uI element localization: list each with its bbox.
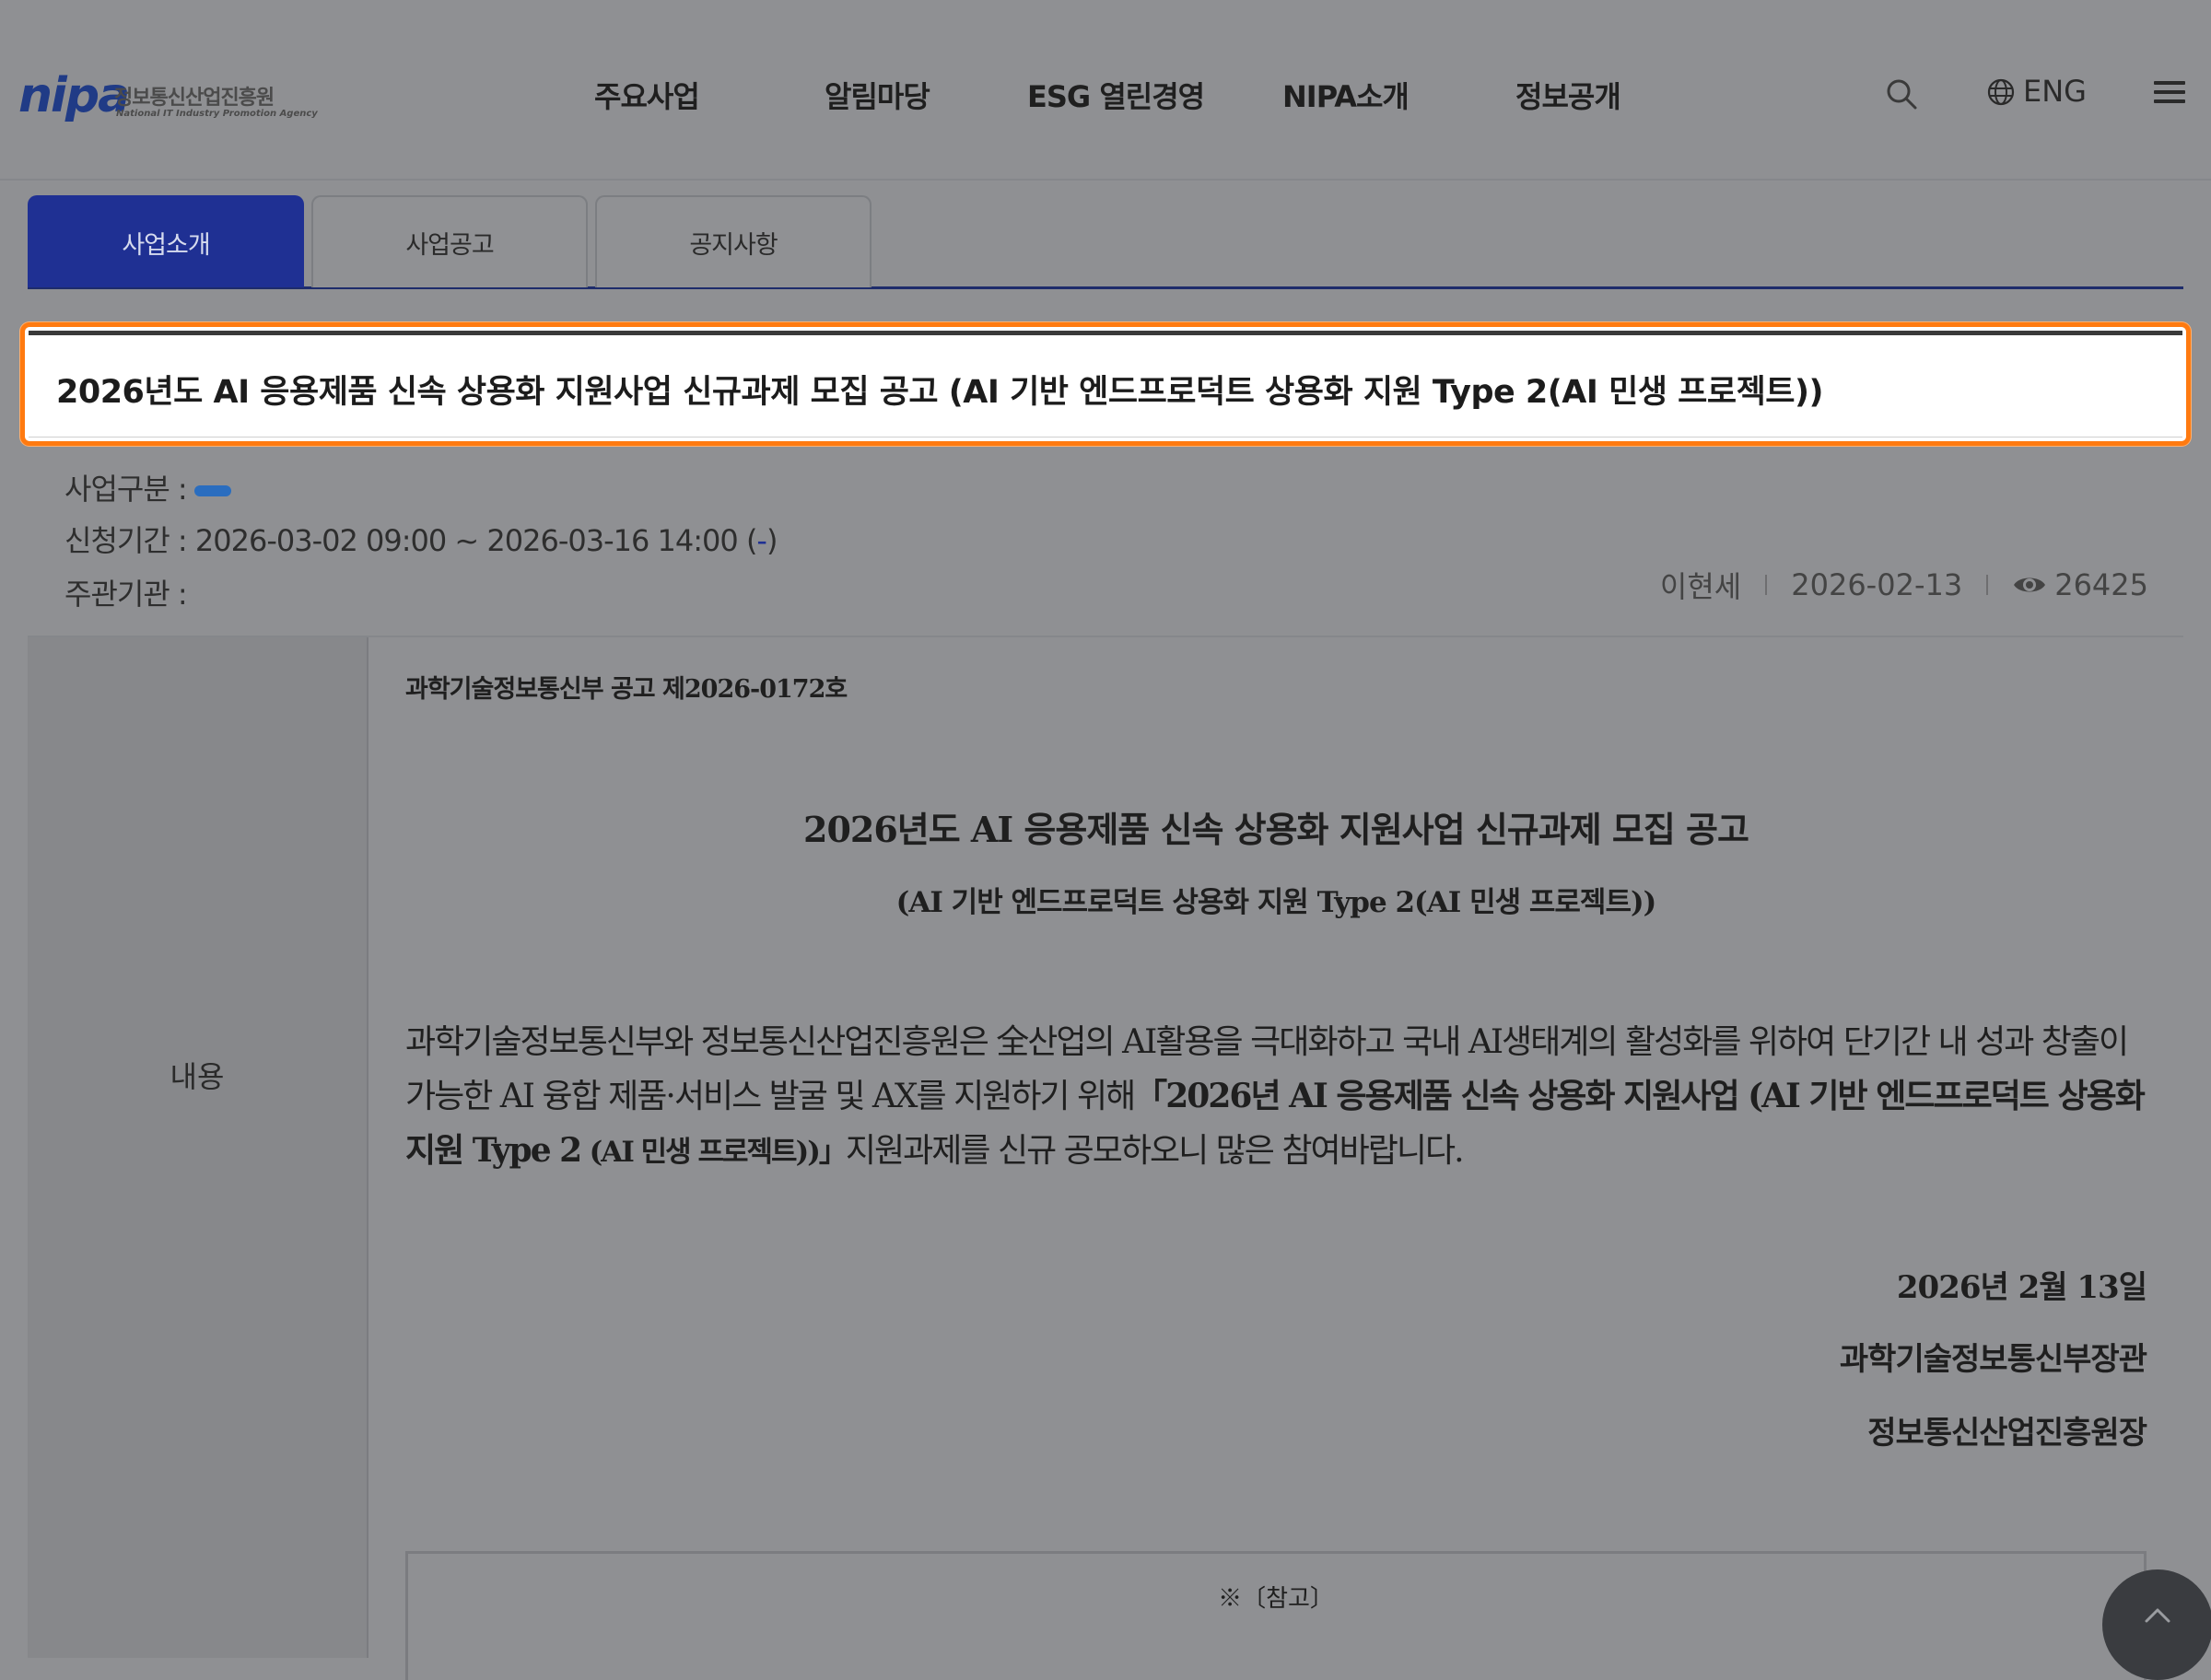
org-label: 주관기관 : <box>64 577 188 612</box>
post-date: 2026-02-13 <box>1791 567 1963 602</box>
author: 이현세 <box>1659 569 1742 604</box>
body-bold-small: (AI 민생 프로젝트))」 <box>589 1136 848 1169</box>
period-status-close: ) <box>766 523 778 558</box>
post-title-bar: 2026년도 AI 응용제품 신속 상용화 지원사업 신규과제 모집 공고 (A… <box>20 322 2191 446</box>
divider <box>1986 575 1989 595</box>
period-label: 신청기간 : <box>64 523 188 558</box>
reference-label: ※〔참고〕 <box>1218 1585 1334 1613</box>
site-header: nipa 정보통신산업진흥원 National IT Industry Prom… <box>0 0 2211 181</box>
nav-item-disclosure[interactable]: 정보공개 <box>1515 74 1621 116</box>
nav-item-about[interactable]: NIPA소개 <box>1282 74 1410 116</box>
logo-mark: nipa <box>18 68 130 123</box>
sign-ministry: 과학기술정보통신부장관 <box>1839 1341 2147 1378</box>
chevron-up-icon <box>2145 1608 2170 1623</box>
scroll-top-button[interactable] <box>2102 1569 2211 1680</box>
tab-business-intro[interactable]: 사업소개 <box>28 195 304 287</box>
view-count: 26425 <box>2054 567 2148 602</box>
body-suffix: 지원과제를 신규 공모하오니 많은 참여바랍니다. <box>845 1132 1465 1170</box>
post-title: 2026년도 AI 응용제품 신속 상용화 지원사업 신규과제 모집 공고 (A… <box>56 374 1823 411</box>
logo-name-en: National IT Industry Promotion Agency <box>116 109 318 119</box>
period-row: 신청기간 : 2026-03-02 09:00 ~ 2026-03-16 14:… <box>64 518 778 560</box>
org-row: 주관기관 : <box>64 571 188 613</box>
tab-business-announcement[interactable]: 사업공고 <box>311 195 588 287</box>
document-subtitle: (AI 기반 엔드프로덕트 상용화 지원 Type 2(AI 민생 프로젝트)) <box>895 886 1657 919</box>
language-toggle[interactable]: ENG <box>2023 74 2087 109</box>
category-row: 사업구분 : <box>64 466 231 508</box>
search-icon[interactable] <box>1885 77 1918 111</box>
nav-item-main-business[interactable]: 주요사업 <box>594 74 700 116</box>
logo-name-ko: 정보통신산업진흥원 <box>114 87 275 110</box>
tab-bar: 사업소개 사업공고 공지사항 <box>28 195 2183 289</box>
period-status: - <box>756 523 767 558</box>
eye-icon <box>2014 578 2046 592</box>
category-badge <box>193 485 231 496</box>
nav-item-notice-board[interactable]: 알림마당 <box>825 74 930 116</box>
divider <box>1765 575 1768 595</box>
sign-agency: 정보통신산업진흥원장 <box>1867 1415 2147 1452</box>
post-info: 이현세 2026-02-13 26425 <box>1660 564 2148 606</box>
content-label-cell: 내용 <box>28 637 368 1658</box>
period-value: 2026-03-02 09:00 ~ 2026-03-16 14:00 <box>194 523 739 558</box>
tab-notices[interactable]: 공지사항 <box>595 195 872 287</box>
nav-item-esg[interactable]: ESG 열린경영 <box>1027 74 1205 116</box>
reference-box: ※〔참고〕 <box>405 1551 2147 1680</box>
notice-number: 과학기술정보통신부 공고 제2026-0172호 <box>405 675 848 704</box>
category-label: 사업구분 : <box>64 472 188 507</box>
document-title: 2026년도 AI 응용제품 신속 상용화 지원사업 신규과제 모집 공고 <box>803 809 1749 850</box>
globe-icon <box>1987 78 2015 106</box>
content-body: 과학기술정보통신부 공고 제2026-0172호 2026년도 AI 응용제품 … <box>405 637 2147 1680</box>
sign-date: 2026년 2월 13일 <box>1896 1269 2147 1306</box>
document-body: 과학기술정보통신부와 정보통신산업진흥원은 全산업의 AI활용을 극대화하고 국… <box>405 1015 2156 1180</box>
content-label: 내용 <box>170 1059 225 1094</box>
period-status-open: ( <box>745 523 758 558</box>
menu-icon[interactable] <box>2154 81 2185 105</box>
